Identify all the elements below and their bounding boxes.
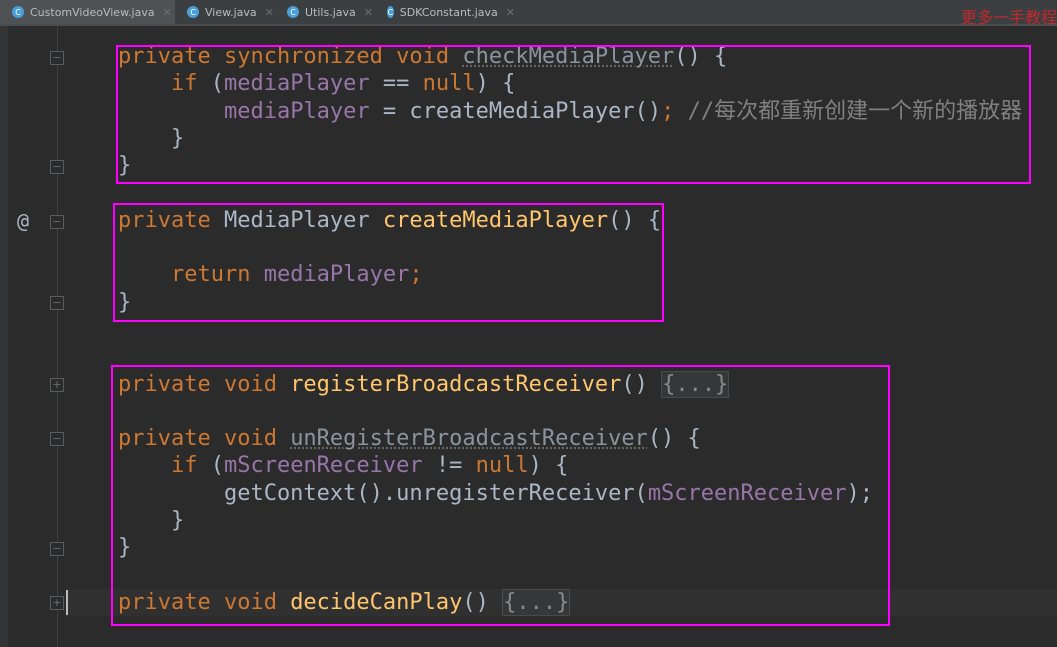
java-class-icon: C [387,6,394,18]
fold-end-icon[interactable]: − [50,542,64,556]
tab-label: SDKConstant.java [399,5,498,19]
java-class-icon: C [187,6,199,18]
fold-expand-icon[interactable]: + [50,596,64,610]
close-icon[interactable]: ✕ [163,6,172,19]
fold-collapse-icon[interactable]: − [50,432,64,446]
tab-label: Utils.java [305,5,356,19]
tab-view[interactable]: C View.java ✕ [175,0,275,24]
tab-utils[interactable]: C Utils.java ✕ [275,0,375,24]
fold-end-icon[interactable]: − [50,160,64,174]
highlight-box-createmediaplayer [113,203,664,322]
fold-expand-icon[interactable]: + [50,378,64,392]
fold-collapse-icon[interactable]: − [50,215,64,229]
tab-customvideoview[interactable]: C CustomVideoView.java ✕ [0,0,175,24]
tab-sdkconstant[interactable]: C SDKConstant.java ✕ [375,0,515,24]
left-panel-edge [0,26,8,647]
close-icon[interactable]: ✕ [364,6,373,19]
tab-label: View.java [205,5,257,19]
fold-collapse-icon[interactable]: − [50,51,64,65]
text-caret [66,590,68,615]
editor-tab-bar: C CustomVideoView.java ✕ C View.java ✕ C Util… [0,0,1057,27]
highlight-box-checkmediaplayer [116,45,1031,184]
close-icon[interactable]: ✕ [506,6,515,19]
override-marker-icon[interactable]: @ [17,209,29,233]
close-icon[interactable]: ✕ [265,6,274,19]
watermark: 更多一手教程 [960,8,1057,27]
tab-label: CustomVideoView.java [30,5,155,19]
java-class-icon: C [12,6,24,18]
highlight-box-receivers [111,365,890,626]
java-class-icon: C [287,6,299,18]
fold-end-icon[interactable]: − [50,296,64,310]
